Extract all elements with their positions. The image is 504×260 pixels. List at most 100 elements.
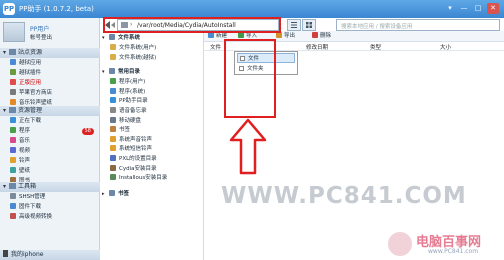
brand-watermark: 电脑百事网 www.PC841.com	[388, 231, 500, 257]
sidebar-item[interactable]: SHSH管理	[0, 193, 100, 202]
sidebar-item[interactable]: 铃声	[0, 157, 100, 166]
tree-item[interactable]: 移动硬盘	[110, 116, 141, 126]
tree-item[interactable]: 系统短信铃声	[110, 145, 152, 154]
tree-item[interactable]: 程序(系统)	[110, 87, 146, 97]
avatar[interactable]	[3, 22, 25, 42]
sidebar-item-icon	[10, 99, 16, 105]
tree-group-icon	[109, 68, 115, 75]
sidebar-item-icon	[10, 127, 16, 133]
sidebar-item[interactable]: 音乐	[0, 137, 100, 146]
tree-item-icon	[110, 135, 116, 142]
sidebar-item[interactable]: 苹果官方商店	[0, 89, 100, 98]
tree-item[interactable]: PXL的设置目录	[110, 155, 157, 164]
tree-label: 文件系统(用户)	[119, 45, 157, 51]
tree-item[interactable]: PP助手目录	[110, 97, 148, 106]
tree-group[interactable]: ▸ 书签	[102, 189, 130, 199]
expand-icon[interactable]: ▾	[102, 68, 109, 77]
device-bar[interactable]: 我的iphone	[0, 250, 100, 260]
sidebar-item-icon	[10, 213, 16, 219]
username[interactable]: PP用户	[30, 24, 49, 33]
tree-label: Installous安装目录	[119, 175, 168, 182]
sidebar-item[interactable]: 越狱应用	[0, 59, 100, 68]
sidebar-item-icon	[10, 117, 16, 123]
export-button[interactable]: 导出	[276, 32, 295, 41]
toolbox-icon	[9, 183, 16, 189]
delete-button[interactable]: 删除	[312, 32, 331, 41]
search-input[interactable]: 搜索本地应用 / 搜索设备应用	[336, 19, 500, 31]
tree-item-icon	[110, 53, 116, 60]
tree-item[interactable]: 文件系统(越狱)	[110, 53, 157, 63]
sidebar-item-label: 壁纸	[19, 168, 31, 174]
tree-label: 程序(系统)	[119, 88, 146, 95]
list-view-icon	[291, 22, 297, 28]
sidebar-item[interactable]: 越狱插件	[0, 69, 100, 78]
column-modified[interactable]: 修改日期	[306, 43, 328, 51]
window-title: PP助手 (1.0.7.2, beta)	[19, 5, 94, 13]
section-toolbox[interactable]: ▾ 工具箱	[0, 182, 100, 192]
grid-view-button[interactable]	[302, 19, 316, 31]
tree-item-icon	[110, 97, 116, 104]
sidebar-item-icon	[10, 89, 16, 95]
sidebar-item[interactable]: 固件下载	[0, 203, 100, 212]
sidebar-item-label: 视频	[19, 148, 31, 154]
tree-item-icon	[110, 44, 116, 50]
login-link[interactable]: 帐号登出	[30, 33, 52, 41]
sidebar-item-icon	[10, 137, 16, 143]
sidebar-item-label: 铃声	[19, 158, 31, 164]
sidebar-item-icon	[10, 147, 16, 153]
tree-label: 程序(用户)	[119, 79, 146, 86]
tree-label: 文件系统	[118, 35, 141, 41]
brand-url: www.PC841.com	[428, 248, 479, 255]
close-button[interactable]: ✕	[487, 3, 499, 14]
tree-item[interactable]: 书签	[110, 126, 130, 135]
grid-view-icon	[306, 22, 312, 28]
delete-icon	[312, 32, 318, 38]
sidebar-item-label: 程序	[19, 128, 31, 134]
arrow-up-annotation-icon	[229, 118, 267, 175]
list-view-button[interactable]	[287, 19, 301, 31]
expand-icon[interactable]: ▸	[102, 190, 109, 199]
tree-item[interactable]: 程序(用户)	[110, 78, 145, 87]
sidebar-item-label: 音乐	[19, 138, 31, 144]
menu-dropdown-icon[interactable]: ▾	[444, 3, 456, 14]
minimize-button[interactable]: —	[458, 3, 470, 14]
sidebar-item[interactable]: 正版应用	[0, 79, 100, 88]
sidebar-item[interactable]: 程序 58	[0, 127, 100, 136]
tree-item[interactable]: Installous安装目录	[110, 174, 167, 183]
tree-item[interactable]: 文件系统(用户)	[110, 44, 156, 53]
tree-label: PXL的设置目录	[119, 156, 157, 162]
sidebar-item-label: 高级视频转换	[19, 214, 53, 220]
sidebar-item-icon	[10, 167, 16, 173]
sidebar-item-label: 正在下载	[19, 118, 42, 124]
column-name[interactable]: 文件	[210, 43, 221, 51]
tree-item[interactable]: Cydia安装目录	[110, 164, 157, 174]
address-highlight-box	[103, 17, 281, 33]
phone-icon	[3, 250, 8, 257]
sidebar-item[interactable]: 正在下载	[0, 117, 100, 126]
sidebar-item[interactable]: 壁纸	[0, 167, 100, 176]
tree-label: 书签	[118, 190, 130, 197]
tree-group-icon	[109, 34, 115, 40]
tree-item[interactable]: 语音备忘录	[110, 107, 147, 116]
column-size[interactable]: 大小	[440, 43, 451, 51]
sidebar-item-label: 苹果官方商店	[19, 90, 53, 96]
section-resource-management[interactable]: ▾ 资源管理	[0, 106, 100, 116]
tree-label: 书签	[119, 127, 131, 134]
section-site-resources[interactable]: ▾ 站点资源	[0, 48, 100, 58]
tree-item[interactable]: 系统声音铃声	[110, 135, 152, 145]
tree-label: 文件系统(越狱)	[119, 54, 157, 61]
sidebar-item[interactable]: 高级视频转换	[0, 213, 100, 222]
tree-group[interactable]: ▾ 文件系统	[102, 34, 140, 43]
column-type[interactable]: 类型	[370, 43, 381, 51]
maximize-button[interactable]: □	[472, 3, 484, 14]
title-bar: PP PP助手 (1.0.7.2, beta) ▾ — □ ✕	[0, 0, 504, 18]
tree-group[interactable]: ▾ 常用目录	[102, 68, 140, 77]
tree-item-icon	[110, 145, 116, 152]
sidebar-item-icon	[10, 203, 16, 209]
tree-item-icon	[110, 155, 116, 161]
sidebar-item[interactable]: 视频	[0, 147, 100, 156]
expand-icon[interactable]: ▾	[102, 34, 109, 43]
tree-item-icon	[110, 126, 116, 133]
brand-logo-icon	[388, 232, 412, 256]
sidebar-item-icon	[10, 193, 16, 199]
